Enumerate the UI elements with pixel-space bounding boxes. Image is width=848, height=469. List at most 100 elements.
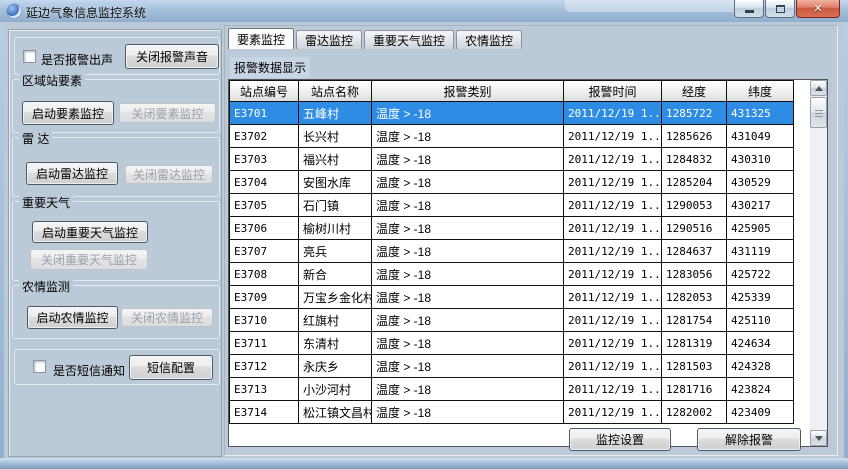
- table-cell[interactable]: 424634: [727, 332, 794, 355]
- monitor-settings-button[interactable]: 监控设置: [569, 428, 671, 451]
- table-cell[interactable]: 2011/12/19 1...: [564, 102, 662, 125]
- table-cell[interactable]: 1281319: [662, 332, 727, 355]
- table-cell[interactable]: 东清村: [299, 332, 372, 355]
- table-cell[interactable]: 长兴村: [299, 125, 372, 148]
- table-cell[interactable]: 2011/12/19 1...: [564, 194, 662, 217]
- table-cell[interactable]: 1284832: [662, 148, 727, 171]
- table-cell[interactable]: 1281716: [662, 378, 727, 401]
- table-cell[interactable]: 423824: [727, 378, 794, 401]
- table-cell[interactable]: 425722: [727, 263, 794, 286]
- column-header-alarm-type[interactable]: 报警类别: [372, 81, 564, 102]
- table-cell[interactable]: E3710: [230, 309, 299, 332]
- table-cell[interactable]: 1285204: [662, 171, 727, 194]
- table-row[interactable]: E3708新合温度 > -182011/12/19 1...1283056425…: [230, 263, 794, 286]
- close-button[interactable]: ✕: [796, 0, 840, 18]
- table-cell[interactable]: E3701: [230, 102, 299, 125]
- stop-radar-button[interactable]: 关闭雷达监控: [125, 165, 213, 184]
- stop-elements-button[interactable]: 关闭要素监控: [119, 103, 216, 123]
- table-cell[interactable]: 425905: [727, 217, 794, 240]
- table-cell[interactable]: 温度 > -18: [372, 171, 564, 194]
- table-cell[interactable]: 榆树川村: [299, 217, 372, 240]
- scroll-up-button[interactable]: [810, 80, 827, 96]
- table-cell[interactable]: E3705: [230, 194, 299, 217]
- table-cell[interactable]: E3708: [230, 263, 299, 286]
- alarm-sound-checkbox[interactable]: [23, 50, 36, 63]
- table-cell[interactable]: 2011/12/19 1...: [564, 309, 662, 332]
- table-cell[interactable]: 亮兵: [299, 240, 372, 263]
- tab-agriculture-monitor[interactable]: 农情监控: [456, 30, 522, 49]
- table-cell[interactable]: 温度 > -18: [372, 286, 564, 309]
- table-cell[interactable]: E3712: [230, 355, 299, 378]
- table-cell[interactable]: 431325: [727, 102, 794, 125]
- table-cell[interactable]: 温度 > -18: [372, 125, 564, 148]
- table-cell[interactable]: 温度 > -18: [372, 378, 564, 401]
- table-cell[interactable]: 2011/12/19 1...: [564, 286, 662, 309]
- table-cell[interactable]: 安图水库: [299, 171, 372, 194]
- table-cell[interactable]: 2011/12/19 1...: [564, 125, 662, 148]
- table-cell[interactable]: 红旗村: [299, 309, 372, 332]
- table-row[interactable]: E3710红旗村温度 > -182011/12/19 1...128175442…: [230, 309, 794, 332]
- table-cell[interactable]: E3704: [230, 171, 299, 194]
- table-cell[interactable]: 温度 > -18: [372, 401, 564, 424]
- tab-elements-monitor[interactable]: 要素监控: [228, 28, 294, 49]
- start-severe-weather-button[interactable]: 启动重要天气监控: [32, 221, 148, 243]
- column-header-latitude[interactable]: 纬度: [727, 81, 794, 102]
- table-row[interactable]: E3704安图水库温度 > -182011/12/19 1...12852044…: [230, 171, 794, 194]
- table-cell[interactable]: 431049: [727, 125, 794, 148]
- table-cell[interactable]: 1281754: [662, 309, 727, 332]
- table-cell[interactable]: 万宝乡金化村: [299, 286, 372, 309]
- column-header-station-id[interactable]: 站点编号: [230, 81, 299, 102]
- table-cell[interactable]: 1290053: [662, 194, 727, 217]
- table-row[interactable]: E3711东清村温度 > -182011/12/19 1...128131942…: [230, 332, 794, 355]
- start-agriculture-button[interactable]: 启动农情监控: [27, 306, 118, 329]
- table-cell[interactable]: E3706: [230, 217, 299, 240]
- table-cell[interactable]: 430529: [727, 171, 794, 194]
- table-cell[interactable]: 温度 > -18: [372, 148, 564, 171]
- table-row[interactable]: E3707亮兵温度 > -182011/12/19 1...1284637431…: [230, 240, 794, 263]
- table-cell[interactable]: 431119: [727, 240, 794, 263]
- scroll-down-button[interactable]: [810, 430, 827, 446]
- table-cell[interactable]: E3703: [230, 148, 299, 171]
- table-cell[interactable]: 新合: [299, 263, 372, 286]
- table-row[interactable]: E3701五峰村温度 > -182011/12/19 1...128572243…: [230, 102, 794, 125]
- table-cell[interactable]: 2011/12/19 1...: [564, 332, 662, 355]
- table-row[interactable]: E3712永庆乡温度 > -182011/12/19 1...128150342…: [230, 355, 794, 378]
- table-cell[interactable]: 1285626: [662, 125, 727, 148]
- table-cell[interactable]: 424328: [727, 355, 794, 378]
- table-cell[interactable]: 2011/12/19 1...: [564, 263, 662, 286]
- table-cell[interactable]: 1282002: [662, 401, 727, 424]
- table-cell[interactable]: 423409: [727, 401, 794, 424]
- table-cell[interactable]: 430217: [727, 194, 794, 217]
- table-cell[interactable]: 2011/12/19 1...: [564, 240, 662, 263]
- stop-severe-weather-button[interactable]: 关闭重要天气监控: [30, 249, 148, 270]
- table-cell[interactable]: E3714: [230, 401, 299, 424]
- table-cell[interactable]: 425339: [727, 286, 794, 309]
- table-row[interactable]: E3703福兴村温度 > -182011/12/19 1...128483243…: [230, 148, 794, 171]
- sms-notify-checkbox[interactable]: [33, 360, 46, 373]
- table-cell[interactable]: E3707: [230, 240, 299, 263]
- table-cell[interactable]: 温度 > -18: [372, 263, 564, 286]
- maximize-button[interactable]: [765, 0, 795, 18]
- table-cell[interactable]: 2011/12/19 1...: [564, 171, 662, 194]
- tab-severe-weather-monitor[interactable]: 重要天气监控: [364, 30, 454, 49]
- table-cell[interactable]: 石门镇: [299, 194, 372, 217]
- scrollbar-thumb[interactable]: [810, 97, 827, 128]
- tab-radar-monitor[interactable]: 雷达监控: [296, 30, 362, 49]
- table-cell[interactable]: 温度 > -18: [372, 102, 564, 125]
- table-cell[interactable]: 430310: [727, 148, 794, 171]
- table-cell[interactable]: 五峰村: [299, 102, 372, 125]
- start-radar-button[interactable]: 启动雷达监控: [26, 162, 118, 185]
- table-cell[interactable]: 小沙河村: [299, 378, 372, 401]
- table-cell[interactable]: E3713: [230, 378, 299, 401]
- minimize-button[interactable]: [734, 0, 764, 18]
- table-cell[interactable]: 温度 > -18: [372, 332, 564, 355]
- dismiss-alarm-button[interactable]: 解除报警: [697, 428, 801, 451]
- table-cell[interactable]: 温度 > -18: [372, 355, 564, 378]
- table-cell[interactable]: 1282053: [662, 286, 727, 309]
- table-row[interactable]: E3702长兴村温度 > -182011/12/19 1...128562643…: [230, 125, 794, 148]
- table-cell[interactable]: 1283056: [662, 263, 727, 286]
- table-cell[interactable]: 松江镇文昌村: [299, 401, 372, 424]
- table-cell[interactable]: 425110: [727, 309, 794, 332]
- table-cell[interactable]: 温度 > -18: [372, 240, 564, 263]
- column-header-longitude[interactable]: 经度: [662, 81, 727, 102]
